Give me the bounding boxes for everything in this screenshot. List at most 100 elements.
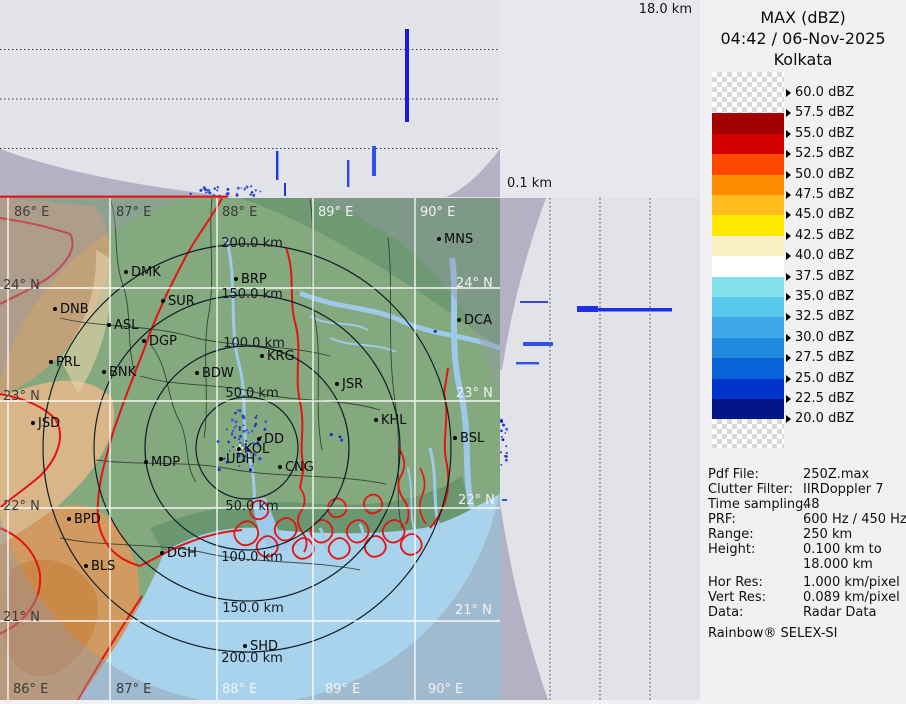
right-cross-section-image [500, 198, 700, 700]
metadata-row: Clutter Filter:IIRDoppler 7 [708, 482, 905, 497]
metadata-value: 600 Hz / 450 Hz [803, 512, 906, 527]
top-cross-section-image [0, 0, 500, 198]
colorbar-label-text: 47.5 dBZ [795, 187, 854, 202]
colorbar-label: 30.0 dBZ [786, 330, 854, 345]
metadata-list: Pdf File:250Z.maxClutter Filter:IIRDoppl… [708, 467, 905, 620]
metadata-value: Radar Data [803, 605, 876, 620]
colorbar-label-text: 57.5 dBZ [795, 105, 854, 120]
colorbar-label-text: 37.5 dBZ [795, 269, 854, 284]
station-name: Kolkata [700, 49, 906, 70]
colorbar-band [712, 256, 784, 277]
software-brand: Rainbow® SELEX-SI [708, 626, 905, 641]
panel-background [500, 198, 700, 700]
metadata-label: Clutter Filter: [708, 482, 803, 497]
colorbar-band [712, 154, 784, 175]
metadata-value: 250Z.max [803, 467, 869, 482]
metadata-row: Pdf File:250Z.max [708, 467, 905, 482]
colorbar-label: 27.5 dBZ [786, 350, 854, 365]
colorbar-band [712, 277, 784, 297]
colorbar-label: 55.0 dBZ [786, 126, 854, 141]
label-pointer-icon [786, 354, 791, 362]
colorbar-label: 47.5 dBZ [786, 187, 854, 202]
colorbar-label-text: 40.0 dBZ [795, 248, 854, 263]
colorbar-label-text: 22.5 dBZ [795, 391, 854, 406]
colorbar-label-text: 35.0 dBZ [795, 289, 854, 304]
label-pointer-icon [786, 395, 791, 403]
label-pointer-icon [786, 150, 791, 158]
metadata-row: Height:0.100 km to [708, 542, 905, 557]
colorbar-band [712, 379, 784, 399]
right-cross-section-panel [500, 198, 700, 700]
metadata-row: Range:250 km [708, 527, 905, 542]
label-pointer-icon [786, 109, 791, 117]
radar-app-window: { "legend": { "title": "MAX (dBZ)", "dat… [0, 0, 906, 700]
colorbar-band [712, 399, 784, 419]
colorbar-band [712, 338, 784, 358]
colorbar [712, 72, 784, 448]
product-datetime: 04:42 / 06-Nov-2025 [700, 28, 906, 49]
metadata-value: 18.000 km [803, 557, 873, 572]
colorbar-band [712, 419, 784, 448]
colorbar-label: 50.0 dBZ [786, 167, 854, 182]
colorbar-labels: 60.0 dBZ 57.5 dBZ 55.0 dBZ 52.5 dBZ 50.0 dBZ… [786, 72, 904, 462]
colorbar-label: 32.5 dBZ [786, 309, 854, 324]
colorbar-label: 25.0 dBZ [786, 371, 854, 386]
label-pointer-icon [786, 89, 791, 97]
top-cross-section-panel [0, 0, 500, 198]
label-pointer-icon [786, 415, 791, 423]
colorbar-label-text: 52.5 dBZ [795, 146, 854, 161]
colorbar-label: 45.0 dBZ [786, 207, 854, 222]
metadata-value: 1.000 km/pixel [803, 575, 900, 590]
metadata-row: Time sampling:48 [708, 497, 905, 512]
label-pointer-icon [786, 334, 791, 342]
label-pointer-icon [786, 232, 791, 240]
colorbar-label-text: 27.5 dBZ [795, 350, 854, 365]
colorbar-label: 22.5 dBZ [786, 391, 854, 406]
metadata-value: 0.089 km/pixel [803, 590, 900, 605]
colorbar-label-text: 20.0 dBZ [795, 411, 854, 426]
colorbar-band [712, 317, 784, 338]
colorbar-band [712, 215, 784, 236]
metadata-row: Data:Radar Data [708, 605, 905, 620]
metadata-row: PRF:600 Hz / 450 Hz [708, 512, 905, 527]
metadata-label: Range: [708, 527, 803, 542]
colorbar-label-text: 50.0 dBZ [795, 167, 854, 182]
metadata-label: Height: [708, 542, 803, 557]
metadata-row: Hor Res:1.000 km/pixel [708, 575, 905, 590]
label-pointer-icon [786, 191, 791, 199]
metadata-value: 250 km [803, 527, 852, 542]
label-pointer-icon [786, 293, 791, 301]
colorbar-label-text: 25.0 dBZ [795, 371, 854, 386]
colorbar-label: 42.5 dBZ [786, 228, 854, 243]
label-pointer-icon [786, 375, 791, 383]
colorbar-band [712, 297, 784, 317]
height-axis-max-label: 18.0 km [639, 2, 692, 17]
colorbar-label-text: 45.0 dBZ [795, 207, 854, 222]
colorbar-band [712, 175, 784, 195]
corner-panel: 18.0 km 0.1 km [500, 0, 700, 198]
colorbar-label: 57.5 dBZ [786, 105, 854, 120]
metadata-value: IIRDoppler 7 [803, 482, 884, 497]
colorbar-band [712, 113, 784, 134]
metadata-label: Vert Res: [708, 590, 803, 605]
metadata-label: Pdf File: [708, 467, 803, 482]
metadata-label: PRF: [708, 512, 803, 527]
label-pointer-icon [786, 313, 791, 321]
label-pointer-icon [786, 273, 791, 281]
product-title: MAX (dBZ) [700, 7, 906, 28]
metadata-value: 0.100 km to [803, 542, 882, 557]
colorbar-band [712, 358, 784, 379]
colorbar-band [712, 236, 784, 256]
metadata-row: 18.000 km [708, 557, 905, 572]
metadata-block: Pdf File:250Z.maxClutter Filter:IIRDoppl… [708, 467, 905, 641]
radar-map-panel [0, 198, 500, 700]
metadata-label: Data: [708, 605, 803, 620]
colorbar-label: 52.5 dBZ [786, 146, 854, 161]
colorbar-label: 60.0 dBZ [786, 85, 854, 100]
metadata-value: 48 [803, 497, 820, 512]
colorbar-label: 20.0 dBZ [786, 411, 854, 426]
colorbar-label-text: 60.0 dBZ [795, 85, 854, 100]
colorbar-label: 35.0 dBZ [786, 289, 854, 304]
label-pointer-icon [786, 211, 791, 219]
colorbar-band [712, 72, 784, 113]
